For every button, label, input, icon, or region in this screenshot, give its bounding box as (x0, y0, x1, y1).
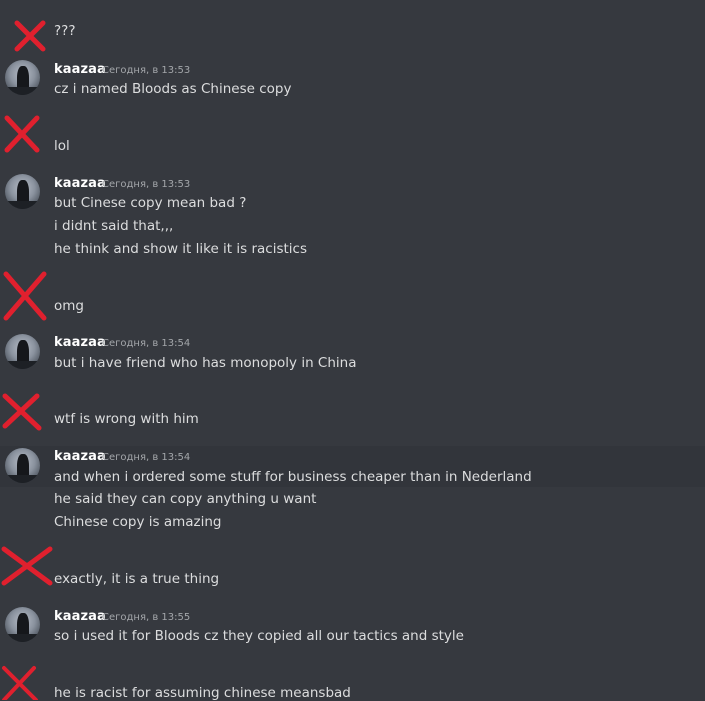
username[interactable]: kaazaa (54, 335, 106, 350)
message-text: i didnt said that,,, (54, 218, 174, 234)
red-x-avatar-cover-icon (2, 393, 42, 431)
message-text: but i have friend who has monopoly in Ch… (54, 355, 357, 371)
message-text: exactly, it is a true thing (54, 571, 220, 587)
timestamp: Сегодня, в 13:54 (102, 338, 191, 349)
red-x-avatar-cover-icon (2, 666, 38, 700)
red-x-avatar-cover-icon (3, 271, 47, 321)
username[interactable]: kaazaa (54, 62, 106, 77)
message-text: omg (54, 298, 84, 314)
message-text: he is racist for assuming chinese meansb… (54, 685, 351, 701)
message-text: ??? (54, 23, 76, 39)
message-text: he think and show it like it is racistic… (54, 241, 307, 257)
red-x-avatar-cover-icon (14, 20, 46, 52)
username[interactable]: kaazaa (54, 449, 106, 464)
message-text: but Cinese copy mean bad ? (54, 195, 247, 211)
timestamp: Сегодня, в 13:54 (102, 452, 191, 463)
red-x-avatar-cover-icon (4, 115, 40, 153)
avatar[interactable] (5, 607, 40, 642)
message-text: and when i ordered some stuff for busine… (54, 469, 532, 485)
message-text: lol (54, 138, 70, 154)
username[interactable]: kaazaa (54, 609, 106, 624)
message-text: so i used it for Bloods cz they copied a… (54, 628, 464, 644)
avatar[interactable] (5, 60, 40, 95)
avatar[interactable] (5, 174, 40, 209)
avatar[interactable] (5, 448, 40, 483)
timestamp: Сегодня, в 13:53 (102, 65, 191, 76)
timestamp: Сегодня, в 13:53 (102, 179, 191, 190)
message-text: cz i named Bloods as Chinese copy (54, 81, 292, 97)
timestamp: Сегодня, в 13:55 (102, 612, 191, 623)
message-text: he said they can copy anything u want (54, 491, 317, 507)
message-text: Chinese copy is amazing (54, 514, 222, 530)
avatar[interactable] (5, 334, 40, 369)
username[interactable]: kaazaa (54, 176, 106, 191)
message-text: wtf is wrong with him (54, 411, 199, 427)
red-x-avatar-cover-icon (1, 546, 53, 586)
